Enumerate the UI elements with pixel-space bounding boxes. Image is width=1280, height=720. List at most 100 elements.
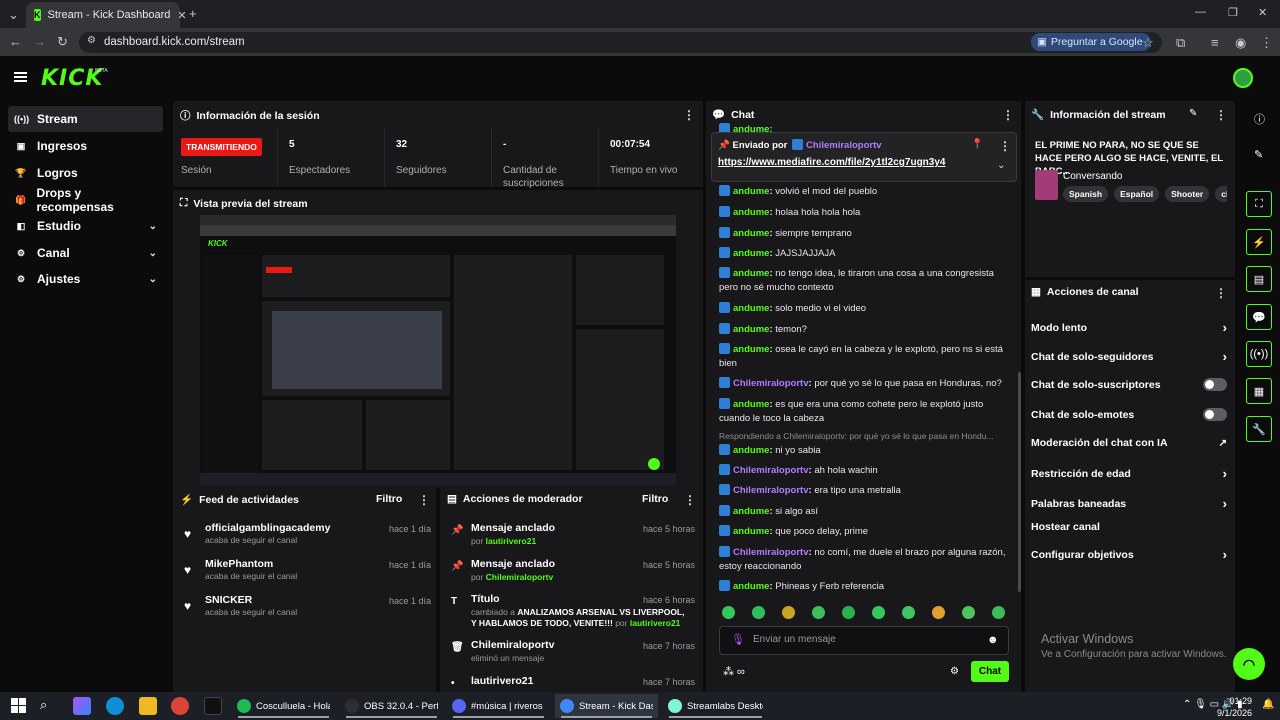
taskbar-app[interactable]: Streamlabs Desktop	[663, 694, 768, 718]
tiktok-icon[interactable]	[204, 697, 222, 715]
channel-action-chat-de-solo-suscriptores[interactable]: Chat de solo-suscriptores	[1031, 378, 1227, 391]
rail-actions-button[interactable]: ▦	[1246, 378, 1272, 404]
pinned-more-icon[interactable]: ⋮	[999, 139, 1011, 153]
support-chat-icon[interactable]: ◠	[1233, 648, 1265, 680]
emote-icon[interactable]	[902, 606, 915, 619]
copilot-icon[interactable]	[73, 697, 91, 715]
ask-google-button[interactable]: ▣ Preguntar a Google	[1031, 33, 1151, 51]
sidebar-item-stream[interactable]: ((•)) Stream	[8, 106, 163, 132]
chat-message[interactable]: Chilemiraloportv: por qué yo sé lo que p…	[719, 377, 1011, 391]
points-icon[interactable]: ⁂ ∞	[723, 665, 745, 678]
chat-username[interactable]: andume	[733, 186, 769, 197]
sidebar-item-canal[interactable]: ⚙ Canal ⌄	[8, 240, 163, 266]
browser-tab[interactable]: K Stream - Kick Dashboard ✕	[26, 2, 187, 28]
stream-tag[interactable]: chill	[1215, 186, 1227, 202]
taskbar-app[interactable]: Cosculluela - Hola ...	[232, 694, 335, 718]
follower-name[interactable]: MikePhantom	[205, 558, 273, 570]
channel-action-chat-de-solo-seguidores[interactable]: Chat de solo-seguidores ›	[1031, 349, 1227, 364]
windows-start-icon[interactable]	[11, 698, 26, 713]
chat-username[interactable]: Chilemiraloportv	[733, 465, 809, 476]
chat-message[interactable]: Chilemiraloportv: era tipo una metralla	[719, 484, 1011, 498]
modactions-more-icon[interactable]: ⋮	[684, 493, 696, 507]
emote-icon[interactable]	[842, 606, 855, 619]
chat-message[interactable]: andume: si algo así	[719, 505, 1011, 519]
rail-wrench-button[interactable]: 🔧	[1246, 416, 1272, 442]
chrome-icon[interactable]	[171, 697, 189, 715]
emote-icon[interactable]	[812, 606, 825, 619]
bookmark-star-icon[interactable]: ☆	[1142, 35, 1154, 51]
chat-message[interactable]: andume: holaa hola hola hola	[719, 206, 1011, 220]
chat-message[interactable]: andume: Phineas y Ferb referencia	[719, 580, 1011, 594]
emote-icon[interactable]	[722, 606, 735, 619]
file-explorer-icon[interactable]	[139, 697, 157, 715]
chat-message[interactable]: andume: no tengo idea, le tiraron una co…	[719, 267, 1011, 295]
chat-username[interactable]: andume	[733, 581, 769, 592]
sidebar-item-ingresos[interactable]: ▣ Ingresos	[8, 133, 163, 159]
chat-message[interactable]: andume: ni yo sabia	[719, 444, 1011, 458]
chat-scrollbar[interactable]	[1018, 372, 1021, 592]
chat-username[interactable]: andume	[733, 324, 769, 335]
channel-action-modo-lento[interactable]: Modo lento ›	[1031, 320, 1227, 335]
modactions-filter-button[interactable]: Filtro	[642, 493, 668, 505]
sidebar-item-estudio[interactable]: ◧ Estudio ⌄	[8, 213, 163, 239]
minimize-icon[interactable]: —	[1195, 6, 1206, 18]
chat-username[interactable]: Chilemiraloportv	[733, 485, 809, 496]
chat-message[interactable]: andume: volvió el mod del pueblo	[719, 185, 1011, 199]
chat-message[interactable]: Chilemiraloportv: ah hola wachin	[719, 464, 1011, 478]
follower-name[interactable]: officialgamblingacademy	[205, 522, 330, 534]
site-info-icon[interactable]: ⚙	[87, 35, 96, 46]
chat-username[interactable]: andume	[733, 207, 769, 218]
chat-username[interactable]: andume	[733, 526, 769, 537]
extensions-icon[interactable]: ⧉	[1176, 35, 1185, 51]
channel-actions-more-icon[interactable]: ⋮	[1215, 286, 1227, 300]
chat-message[interactable]: andume: solo medio vi el video	[719, 302, 1011, 316]
mod-action-user[interactable]: lautirivero21	[486, 536, 537, 546]
rail-activity-button[interactable]: ⚡	[1246, 229, 1272, 255]
emote-icon[interactable]	[752, 606, 765, 619]
channel-action-chat-de-solo-emotes[interactable]: Chat de solo-emotes	[1031, 408, 1227, 421]
mod-action-user[interactable]: Chilemiraloportv	[486, 572, 554, 582]
close-window-icon[interactable]: ✕	[1258, 6, 1267, 19]
toggle-switch[interactable]	[1203, 408, 1227, 421]
taskbar-clock[interactable]: 01:29 9/1/2026	[1212, 695, 1252, 719]
stream-tag[interactable]: Spanish	[1063, 186, 1109, 202]
notification-bell-icon[interactable]: 🔔	[1262, 699, 1274, 710]
activity-filter-button[interactable]: Filtro	[376, 493, 402, 505]
microphone-icon[interactable]: 🎙	[731, 633, 745, 646]
channel-action-configurar-objetivos[interactable]: Configurar objetivos ›	[1031, 547, 1227, 562]
channel-action-palabras-baneadas[interactable]: Palabras baneadas ›	[1031, 496, 1227, 511]
chat-username[interactable]: andume	[733, 399, 769, 410]
taskbar-app[interactable]: #música | riveros - ...	[447, 694, 550, 718]
edit-info-icon[interactable]: ✎	[1189, 108, 1197, 119]
follower-name[interactable]: SNICKER	[205, 594, 252, 606]
chat-message[interactable]: Chilemiraloportv: no comí, me duele el b…	[719, 546, 1011, 574]
emoji-icon[interactable]: ☻	[987, 634, 999, 646]
chat-message[interactable]: andume: JAJSJAJJAJA	[719, 247, 1011, 261]
rail-edit-icon[interactable]: ✎	[1254, 148, 1263, 161]
reload-icon[interactable]: ↻	[57, 34, 68, 50]
chat-settings-icon[interactable]: ⚙	[950, 666, 959, 677]
category-name[interactable]: Conversando	[1063, 171, 1122, 182]
chat-message[interactable]: andume: temon?	[719, 323, 1011, 337]
close-tab-icon[interactable]: ✕	[177, 9, 186, 22]
mod-action-user[interactable]: lautirivero21	[630, 618, 681, 628]
chat-username[interactable]: andume	[733, 248, 769, 259]
rail-mod-button[interactable]: ▤	[1246, 266, 1272, 292]
sidebar-item-drops-y-recompensas[interactable]: 🎁 Drops y recompensas	[8, 186, 163, 214]
rail-broadcast-button[interactable]: ((•))	[1246, 341, 1272, 367]
streaminfo-more-icon[interactable]: ⋮	[1215, 108, 1227, 122]
session-more-icon[interactable]: ⋮	[683, 108, 695, 122]
chat-message[interactable]: andume: siempre temprano	[719, 227, 1011, 241]
back-icon[interactable]: ←	[9, 34, 22, 49]
sidebar-item-logros[interactable]: 🏆 Logros	[8, 160, 163, 186]
emote-icon[interactable]	[782, 606, 795, 619]
chat-message[interactable]: andume: que poco delay, prime	[719, 525, 1011, 539]
activity-more-icon[interactable]: ⋮	[418, 493, 430, 507]
rail-chat-button[interactable]: 💬	[1246, 304, 1272, 330]
emote-icon[interactable]	[962, 606, 975, 619]
media-control-icon[interactable]: ≡	[1211, 35, 1219, 50]
chat-username[interactable]: andume	[733, 228, 769, 239]
stream-preview-video[interactable]: KICK	[200, 215, 676, 486]
chat-username[interactable]: andume	[733, 506, 769, 517]
unpin-icon[interactable]: 📍	[971, 139, 983, 150]
